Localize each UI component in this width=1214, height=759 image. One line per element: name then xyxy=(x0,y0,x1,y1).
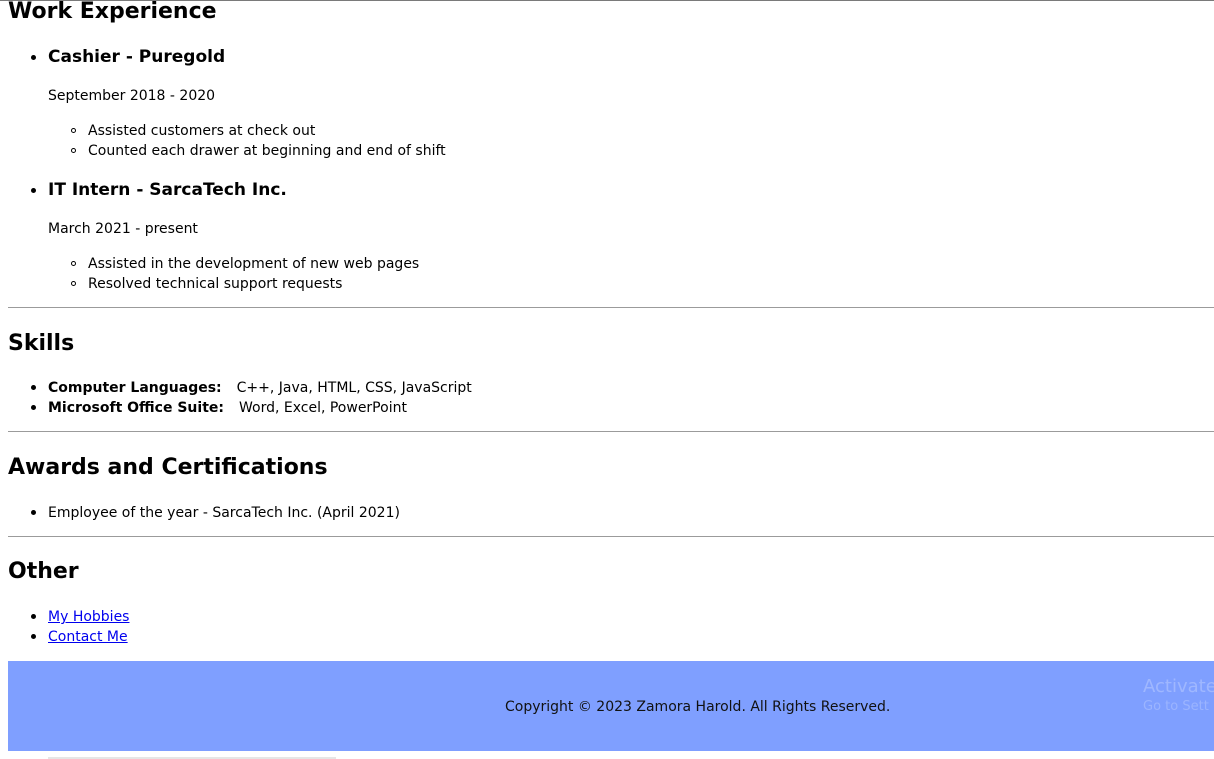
section-title-work-experience: Work Experience xyxy=(8,0,217,24)
bullet-skill-1 xyxy=(31,385,36,390)
job-period-it-intern: March 2021 - present xyxy=(48,221,198,237)
job-duty-it-intern-1: Assisted in the development of new web p… xyxy=(88,256,420,272)
skill-label-computer-languages: Computer Languages: xyxy=(48,380,222,396)
page-footer: Copyright © 2023 Zamora Harold. All Righ… xyxy=(8,661,1214,751)
section-title-awards: Awards and Certifications xyxy=(8,455,328,480)
job-duty-cashier-1: Assisted customers at check out xyxy=(88,123,316,139)
bullet-job-2 xyxy=(31,188,36,193)
bullet-job-1 xyxy=(31,55,36,60)
section-title-skills: Skills xyxy=(8,331,75,356)
bullet-skill-2 xyxy=(31,405,36,410)
resume-page: Work Experience Cashier - Puregold Septe… xyxy=(0,0,1214,759)
skill-item-computer-languages: Computer Languages: C++, Java, HTML, CSS,… xyxy=(48,379,472,397)
job-period-cashier: September 2018 - 2020 xyxy=(48,88,216,104)
bullet-link-hobbies xyxy=(31,614,36,619)
job-duty-it-intern-2: Resolved technical support requests xyxy=(88,276,343,292)
bullet-award-1 xyxy=(31,510,36,515)
link-item-hobbies: My Hobbies xyxy=(48,608,129,626)
section-divider-3 xyxy=(8,536,1214,537)
section-divider-1 xyxy=(8,307,1214,308)
windows-activation-watermark-title: Activate xyxy=(1143,676,1214,697)
job-title-cashier: Cashier - Puregold xyxy=(48,47,226,67)
contact-me-link[interactable]: Contact Me xyxy=(48,629,128,645)
sub-bullet-cashier-1 xyxy=(71,128,76,133)
section-divider-2 xyxy=(8,431,1214,432)
award-item-1: Employee of the year - SarcaTech Inc. (A… xyxy=(48,505,400,521)
skill-value-computer-languages: C++, Java, HTML, CSS, JavaScript xyxy=(236,380,472,396)
job-title-it-intern: IT Intern - SarcaTech Inc. xyxy=(48,180,287,200)
sub-bullet-it-intern-1 xyxy=(71,261,76,266)
my-hobbies-link[interactable]: My Hobbies xyxy=(48,609,129,625)
bullet-link-contact xyxy=(31,634,36,639)
job-duty-cashier-2: Counted each drawer at beginning and end… xyxy=(88,143,446,159)
skill-value-microsoft-office: Word, Excel, PowerPoint xyxy=(238,400,407,416)
skill-item-microsoft-office: Microsoft Office Suite: Word, Excel, Powe… xyxy=(48,399,407,417)
link-item-contact: Contact Me xyxy=(48,628,128,646)
section-title-other: Other xyxy=(8,559,79,584)
sub-bullet-cashier-2 xyxy=(71,148,76,153)
windows-activation-watermark-subtitle: Go to Sett xyxy=(1143,699,1209,714)
skill-label-microsoft-office: Microsoft Office Suite: xyxy=(48,400,224,416)
footer-copyright: Copyright © 2023 Zamora Harold. All Righ… xyxy=(505,699,891,715)
sub-bullet-it-intern-2 xyxy=(71,281,76,286)
